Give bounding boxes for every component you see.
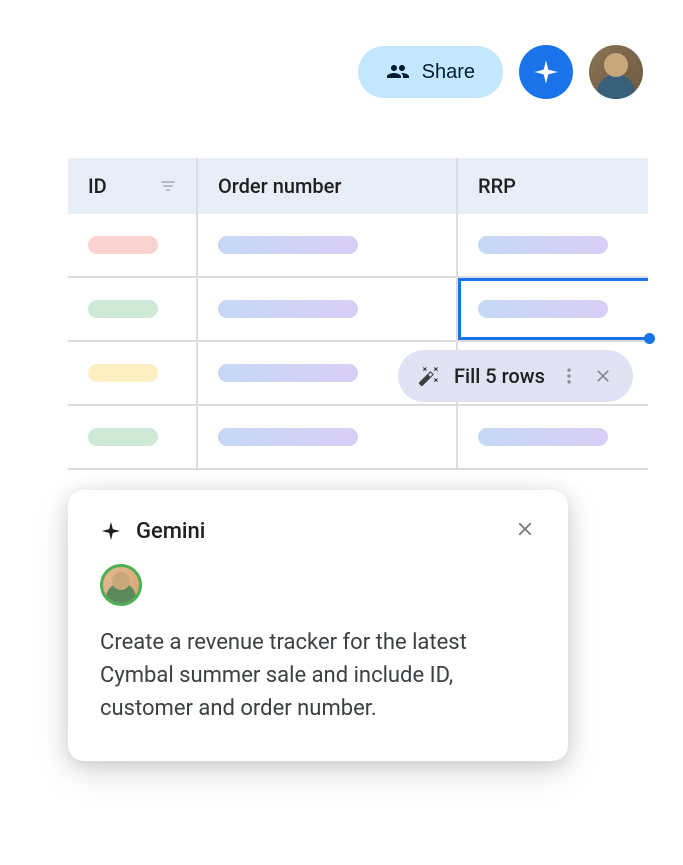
magic-wand-icon: [418, 365, 440, 387]
prompt-user-avatar: [100, 564, 142, 606]
table-row: [68, 278, 648, 342]
fill-pill-label: Fill 5 rows: [454, 364, 545, 388]
gemini-prompt-text: Create a revenue tracker for the latest …: [100, 626, 536, 725]
table-cell[interactable]: [458, 406, 648, 468]
gemini-panel-header: Gemini: [100, 518, 536, 544]
share-button[interactable]: Share: [358, 46, 503, 98]
placeholder-pill: [478, 300, 608, 318]
column-label-id: ID: [88, 174, 107, 198]
gemini-title-group: Gemini: [100, 519, 205, 544]
gemini-close-button[interactable]: [514, 518, 536, 544]
more-vert-icon: [559, 366, 579, 386]
placeholder-pill: [88, 364, 158, 382]
table-cell[interactable]: [68, 214, 198, 276]
data-table: ID Order number RRP: [68, 158, 648, 470]
gemini-title: Gemini: [136, 519, 205, 544]
top-bar: Share: [358, 45, 643, 99]
column-header-rrp[interactable]: RRP: [458, 158, 648, 214]
table-cell[interactable]: [68, 406, 198, 468]
placeholder-pill: [88, 236, 158, 254]
sparkle-icon: [100, 520, 122, 542]
people-icon: [386, 60, 410, 84]
table-cell[interactable]: [68, 342, 198, 404]
table-cell[interactable]: [198, 406, 458, 468]
table-row: [68, 406, 648, 470]
column-header-order[interactable]: Order number: [198, 158, 458, 214]
gemini-panel: Gemini Create a revenue tracker for the …: [68, 490, 568, 761]
selected-cell[interactable]: [458, 278, 648, 340]
column-header-id[interactable]: ID: [68, 158, 198, 214]
table-row: [68, 214, 648, 278]
table-body: [68, 214, 648, 470]
placeholder-pill: [478, 236, 608, 254]
close-icon: [593, 366, 613, 386]
column-label-order: Order number: [218, 174, 341, 198]
placeholder-pill: [218, 364, 358, 382]
close-icon: [514, 518, 536, 540]
placeholder-pill: [218, 236, 358, 254]
table-cell[interactable]: [198, 214, 458, 276]
table-cell[interactable]: [198, 278, 458, 340]
table-cell[interactable]: [68, 278, 198, 340]
placeholder-pill: [478, 428, 608, 446]
column-label-rrp: RRP: [478, 174, 516, 198]
placeholder-pill: [88, 300, 158, 318]
close-fill-button[interactable]: [593, 366, 613, 386]
placeholder-pill: [218, 300, 358, 318]
gemini-badge[interactable]: [519, 45, 573, 99]
placeholder-pill: [88, 428, 158, 446]
sparkle-icon: [532, 58, 560, 86]
more-options-button[interactable]: [559, 366, 579, 386]
table-header: ID Order number RRP: [68, 158, 648, 214]
table-cell[interactable]: [458, 214, 648, 276]
placeholder-pill: [218, 428, 358, 446]
share-label: Share: [422, 61, 475, 84]
filter-icon[interactable]: [160, 178, 176, 194]
fill-suggestion-pill[interactable]: Fill 5 rows: [398, 350, 633, 402]
user-avatar[interactable]: [589, 45, 643, 99]
